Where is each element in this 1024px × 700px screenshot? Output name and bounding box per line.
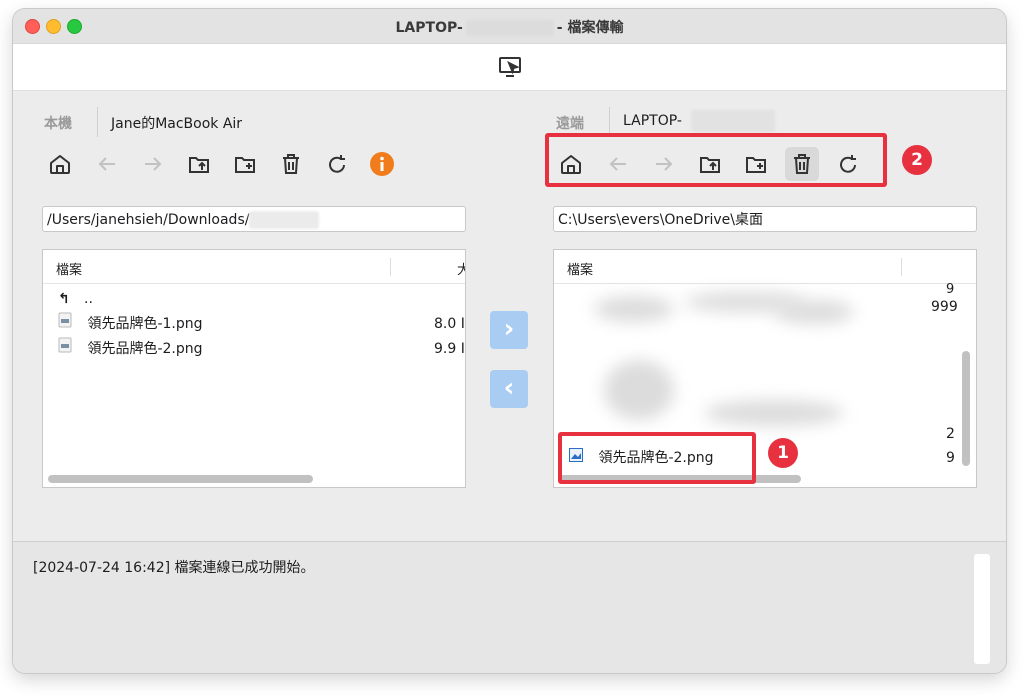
file-name: 領先品牌色-1.png [87, 316, 203, 332]
redacted-row [704, 400, 844, 426]
file-transfer-window: LAPTOP- - 檔案傳輸 本機 Jane的MacBook Air /User… [13, 9, 1006, 673]
local-column-header: 檔案 大 [43, 250, 465, 284]
local-home-button[interactable] [43, 147, 77, 181]
list-item[interactable]: 領先品牌色-2.png 9.9 I [58, 337, 465, 361]
file-size: 999 [931, 299, 958, 315]
annotation-box-toolbar [545, 133, 887, 187]
redacted-name [465, 20, 554, 36]
file-size: 2 [946, 426, 955, 442]
remote-computer-name: LAPTOP- [623, 113, 682, 129]
log-scrollbar[interactable] [974, 554, 990, 664]
send-to-remote-button[interactable]: › [490, 311, 528, 349]
window-title-suffix: - 檔案傳輸 [556, 20, 624, 36]
column-divider [901, 258, 902, 276]
redacted-row [774, 300, 854, 324]
top-toolbar [13, 44, 1006, 91]
annotation-box-file [558, 432, 756, 484]
image-file-icon [58, 312, 72, 336]
local-computer-name: Jane的MacBook Air [111, 116, 243, 132]
log-panel: [2024-07-24 16:42] 檔案連線已成功開始。 [13, 541, 1006, 673]
local-path-text: /Users/janehsieh/Downloads/ [47, 212, 250, 228]
parent-dir-row[interactable]: ↰.. [58, 287, 93, 311]
remote-side-label: 遠端 [556, 116, 584, 132]
local-horizontal-scrollbar[interactable] [48, 475, 313, 483]
annotation-badge-1: 1 [768, 438, 798, 468]
local-back-button[interactable] [90, 147, 124, 181]
log-message: [2024-07-24 16:42] 檔案連線已成功開始。 [33, 560, 315, 576]
screen-share-icon[interactable] [497, 54, 523, 84]
local-info-button[interactable] [365, 147, 399, 181]
local-path-field[interactable]: /Users/janehsieh/Downloads/ [42, 206, 466, 232]
remote-path-text: C:\Users\evers\OneDrive\桌面 [558, 212, 763, 228]
redacted-row [604, 360, 674, 420]
file-size: 9.9 I [434, 341, 465, 357]
divider [97, 107, 98, 137]
back-arrow-icon [98, 157, 115, 171]
remote-col-file[interactable]: 檔案 [567, 259, 593, 278]
info-icon [370, 152, 394, 176]
forward-arrow-icon [145, 157, 162, 171]
title-bar: LAPTOP- - 檔案傳輸 [13, 9, 1006, 44]
home-icon [50, 155, 70, 174]
refresh-icon [329, 155, 345, 173]
new-folder-icon [235, 157, 255, 173]
list-item[interactable]: 領先品牌色-1.png 8.0 I [58, 312, 465, 336]
local-side-label: 本機 [44, 116, 72, 132]
local-folder-up-button[interactable] [182, 147, 216, 181]
parent-dir-icon: ↰ [58, 291, 70, 307]
local-forward-button[interactable] [136, 147, 170, 181]
remote-column-header: 檔案 [554, 250, 976, 284]
annotation-badge-2: 2 [902, 145, 932, 175]
redacted-folder [249, 211, 320, 229]
file-size: 9 [946, 450, 955, 466]
local-col-file[interactable]: 檔案 [56, 259, 82, 278]
remote-vertical-scrollbar[interactable] [962, 351, 970, 466]
trash-icon [283, 154, 299, 174]
window-title-prefix: LAPTOP- [395, 20, 463, 36]
parent-dir-label: .. [84, 291, 93, 307]
remote-path-field[interactable]: C:\Users\evers\OneDrive\桌面 [553, 206, 977, 232]
redacted-name [691, 110, 775, 132]
window-title: LAPTOP- - 檔案傳輸 [13, 17, 1006, 37]
column-divider [390, 258, 391, 276]
receive-from-remote-button[interactable]: ‹ [490, 370, 528, 408]
local-col-size[interactable]: 大 [457, 259, 465, 278]
local-delete-button[interactable] [274, 147, 308, 181]
image-file-icon [58, 337, 72, 361]
folder-up-icon [189, 157, 209, 173]
local-refresh-button[interactable] [320, 147, 354, 181]
local-new-folder-button[interactable] [228, 147, 262, 181]
file-name: 領先品牌色-2.png [87, 341, 203, 357]
local-file-list[interactable]: 檔案 大 ↰.. 領先品牌色-1.png 8.0 I 領先品牌色-2.png 9… [42, 249, 466, 488]
redacted-row [594, 296, 674, 322]
file-size: 8.0 I [434, 316, 465, 332]
